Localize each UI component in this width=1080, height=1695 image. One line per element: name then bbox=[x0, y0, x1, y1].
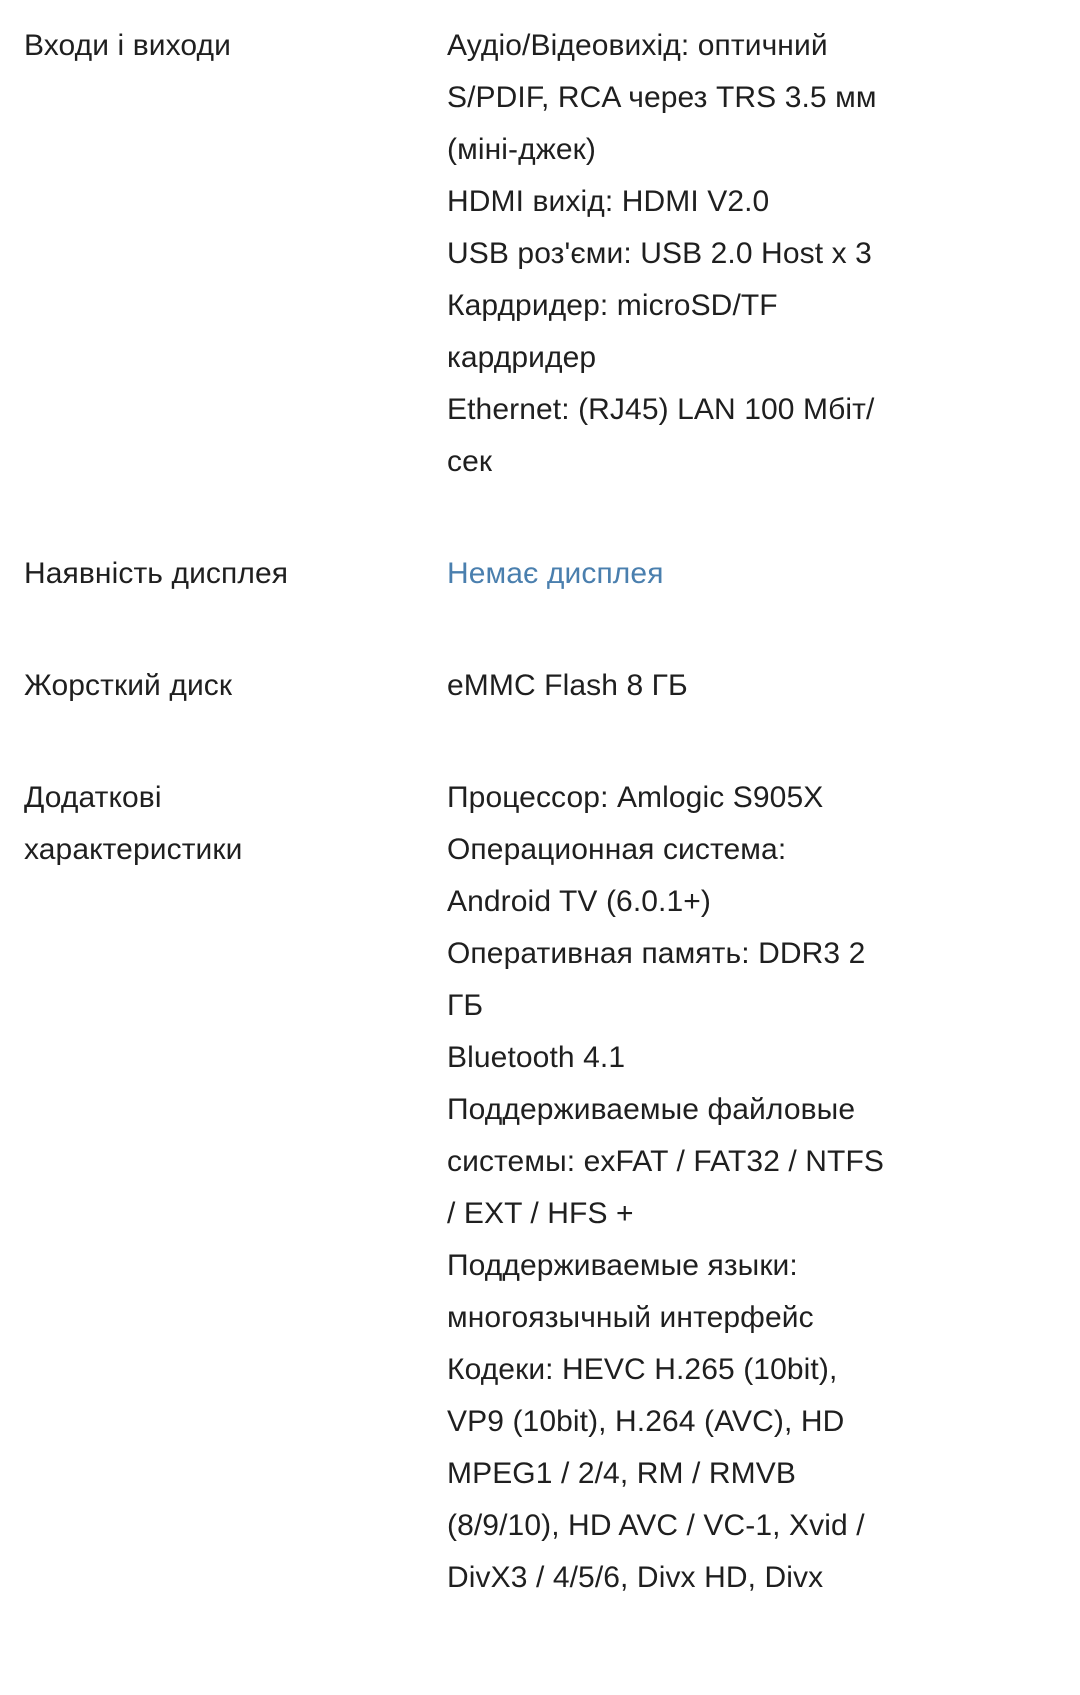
spec-value-line: / EXT / HFS + bbox=[447, 1197, 634, 1230]
spec-label-display-presence: Наявність дисплея bbox=[24, 548, 447, 600]
spec-value-additional-characteristics: Процессор: Amlogic S905X Операционная си… bbox=[447, 772, 977, 1604]
spec-value-line: Поддерживаемые языки: bbox=[447, 1249, 798, 1282]
spec-label-line: Входи і виходи bbox=[24, 29, 232, 62]
spec-row-hard-drive: Жорсткий диск eMMC Flash 8 ГБ bbox=[0, 660, 1080, 712]
spec-value-line: Кардридер: microSD/TF bbox=[447, 289, 778, 322]
spec-label-line: характеристики bbox=[24, 833, 243, 866]
spec-label-additional-characteristics: Додаткові характеристики bbox=[24, 772, 447, 876]
spec-value-line: сек bbox=[447, 445, 493, 478]
spec-value-line: Аудіо/Відеовихід: оптичний bbox=[447, 29, 828, 62]
row-separator bbox=[0, 488, 1080, 548]
spec-value-line: eMMC Flash 8 ГБ bbox=[447, 669, 688, 702]
spec-value-line: ГБ bbox=[447, 989, 484, 1022]
spec-value-line: VP9 (10bit), H.264 (AVC), HD bbox=[447, 1405, 845, 1438]
spec-label-line: Наявність дисплея bbox=[24, 557, 289, 590]
row-separator bbox=[0, 600, 1080, 660]
spec-value-line: HDMI вихід: HDMI V2.0 bbox=[447, 185, 770, 218]
spec-label-line: Додаткові bbox=[24, 781, 162, 814]
spec-value-line: Поддерживаемые файловые bbox=[447, 1093, 856, 1126]
spec-row-display-presence: Наявність дисплея Немає дисплея bbox=[0, 548, 1080, 600]
spec-value-line: Процессор: Amlogic S905X bbox=[447, 781, 824, 814]
spec-value-line: Кодеки: HEVC H.265 (10bit), bbox=[447, 1353, 838, 1386]
spec-value-inputs-outputs: Аудіо/Відеовихід: оптичний S/PDIF, RCA ч… bbox=[447, 20, 977, 488]
spec-value-line: многоязычный интерфейс bbox=[447, 1301, 814, 1334]
row-separator bbox=[0, 712, 1080, 772]
spec-label-inputs-outputs: Входи і виходи bbox=[24, 20, 447, 72]
spec-value-line: MPEG1 / 2/4, RM / RMVB bbox=[447, 1457, 796, 1490]
specification-sheet: Входи і виходи Аудіо/Відеовихід: оптични… bbox=[0, 0, 1080, 1604]
spec-value-line: DivX3 / 4/5/6, Divx HD, Divx bbox=[447, 1561, 824, 1594]
spec-value-line: кардридер bbox=[447, 341, 597, 374]
spec-value-line: Android TV (6.0.1+) bbox=[447, 885, 711, 918]
spec-value-display-presence[interactable]: Немає дисплея bbox=[447, 548, 977, 600]
spec-value-line: Ethernet: (RJ45) LAN 100 Мбіт/ bbox=[447, 393, 875, 426]
spec-row-additional-characteristics: Додаткові характеристики Процессор: Amlo… bbox=[0, 772, 1080, 1604]
spec-value-line: системы: exFAT / FAT32 / NTFS bbox=[447, 1145, 885, 1178]
spec-value-line: (міні-джек) bbox=[447, 133, 596, 166]
spec-value-line: Bluetooth 4.1 bbox=[447, 1041, 626, 1074]
spec-value-line: (8/9/10), HD AVC / VC-1, Xvid / bbox=[447, 1509, 865, 1542]
spec-value-line: Операционная система: bbox=[447, 833, 787, 866]
spec-value-line: USB роз'єми: USB 2.0 Host x 3 bbox=[447, 237, 872, 270]
spec-label-line: Жорсткий диск bbox=[24, 669, 233, 702]
spec-value-line: Оперативная память: DDR3 2 bbox=[447, 937, 866, 970]
spec-value-hard-drive: eMMC Flash 8 ГБ bbox=[447, 660, 977, 712]
spec-label-hard-drive: Жорсткий диск bbox=[24, 660, 447, 712]
spec-row-inputs-outputs: Входи і виходи Аудіо/Відеовихід: оптични… bbox=[0, 20, 1080, 488]
spec-value-link[interactable]: Немає дисплея bbox=[447, 548, 977, 600]
spec-value-line: S/PDIF, RCA через TRS 3.5 мм bbox=[447, 81, 877, 114]
